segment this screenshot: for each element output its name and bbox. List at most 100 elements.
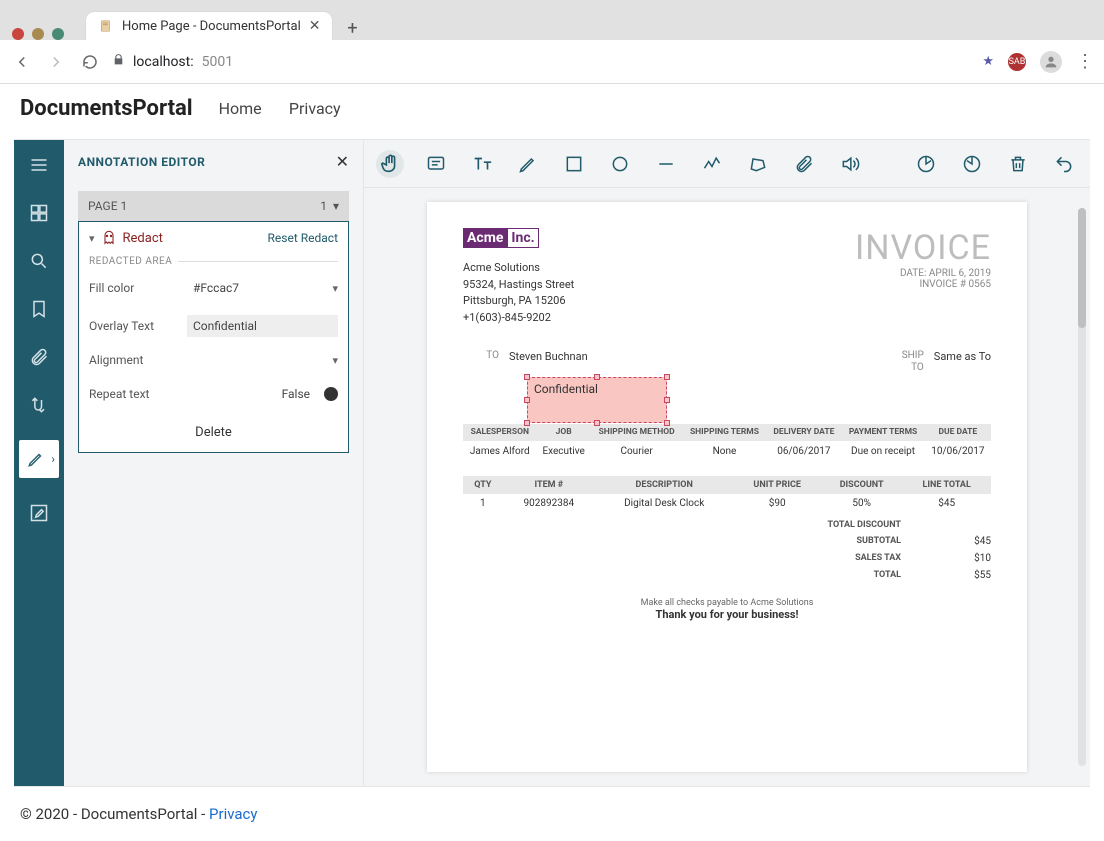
browser-tab[interactable]: Home Page - DocumentsPortal ✕ xyxy=(86,12,332,40)
delete-tool-icon[interactable] xyxy=(1004,150,1032,178)
footer: © 2020 - DocumentsPortal - Privacy xyxy=(0,787,1104,841)
site-nav: Home Privacy xyxy=(219,99,365,118)
redact-label: Redact xyxy=(123,231,163,246)
invoice-items-table: QTYITEM #DESCRIPTIONUNIT PRICEDISCOUNTLI… xyxy=(463,476,991,513)
bookmark-ribbon-icon[interactable] xyxy=(26,296,52,322)
profile-avatar[interactable] xyxy=(1040,51,1062,73)
resize-handle[interactable] xyxy=(524,374,530,380)
undo-icon[interactable] xyxy=(1050,150,1078,178)
hamburger-icon[interactable] xyxy=(26,152,52,178)
minimize-window-icon[interactable] xyxy=(32,28,44,40)
resize-handle[interactable] xyxy=(524,420,530,426)
scrollbar-thumb[interactable] xyxy=(1078,208,1086,328)
shipto-label: SHIPTO xyxy=(888,350,924,374)
extension-badge[interactable]: SAB xyxy=(1008,53,1026,71)
nav-privacy[interactable]: Privacy xyxy=(289,99,341,118)
page-label: PAGE 1 xyxy=(88,199,127,213)
page-selector[interactable]: PAGE 1 1 ▾ xyxy=(78,191,349,221)
tab-title: Home Page - DocumentsPortal xyxy=(122,19,301,34)
lock-icon xyxy=(112,53,125,70)
collapse-chevron-icon[interactable]: ▾ xyxy=(89,232,95,245)
forward-button[interactable] xyxy=(44,50,68,74)
text-tool-icon[interactable] xyxy=(468,150,496,178)
reload-button[interactable] xyxy=(78,50,102,74)
new-tab-button[interactable]: + xyxy=(340,16,364,40)
square-tool-icon[interactable] xyxy=(560,150,588,178)
close-tab-icon[interactable]: ✕ xyxy=(309,18,321,34)
repeat-text-value: False xyxy=(187,383,316,405)
overlay-text-row[interactable]: Overlay Text Confidential xyxy=(79,307,348,345)
section-label: REDACTED AREA xyxy=(79,254,348,269)
thumbnails-icon[interactable] xyxy=(26,200,52,226)
repeat-toggle[interactable] xyxy=(324,387,338,401)
fill-color-row[interactable]: Fill color #Fccac7 ▾ xyxy=(79,269,348,307)
overlay-text-label: Overlay Text xyxy=(89,319,179,333)
totals-block: TOTAL DISCOUNT SUBTOTAL$45 SALES TAX$10 … xyxy=(463,517,991,584)
redact-card: ▾ Redact Reset Redact REDACTED AREA Fill… xyxy=(78,221,349,453)
to-label: TO xyxy=(463,350,499,374)
scrollbar[interactable] xyxy=(1078,208,1086,766)
invoice-info-table: SALESPERSONJOBSHIPPING METHODSHIPPING TE… xyxy=(463,424,991,462)
invoice-date: DATE: APRIL 6, 2019 xyxy=(855,268,991,279)
circle-tool-icon[interactable] xyxy=(606,150,634,178)
overlay-text-value: Confidential xyxy=(187,315,338,337)
annotation-editor-icon[interactable] xyxy=(19,440,59,478)
maximize-window-icon[interactable] xyxy=(52,28,64,40)
attachment-icon[interactable] xyxy=(26,344,52,370)
invoice-number: INVOICE # 0565 xyxy=(855,279,991,290)
shipto-value: Same as To xyxy=(934,350,991,374)
repeat-text-row: Repeat text False xyxy=(79,375,348,413)
chevron-down-icon: ▾ xyxy=(333,199,339,213)
search-icon[interactable] xyxy=(26,248,52,274)
resize-handle[interactable] xyxy=(594,374,600,380)
repeat-text-label: Repeat text xyxy=(89,387,179,401)
resize-handle[interactable] xyxy=(524,397,530,403)
line-tool-icon[interactable] xyxy=(652,150,680,178)
import-export-icon[interactable] xyxy=(26,392,52,418)
polygon-tool-icon[interactable] xyxy=(744,150,772,178)
toolbar xyxy=(364,140,1090,188)
nav-home[interactable]: Home xyxy=(219,99,262,118)
site-brand: DocumentsPortal xyxy=(20,96,193,121)
redact-selection[interactable]: Confidential xyxy=(527,377,667,423)
ink-tool-icon[interactable] xyxy=(514,150,542,178)
address-bar[interactable]: localhost:5001 xyxy=(112,53,972,70)
main-column: AcmeInc. Acme Solutions 95324, Hastings … xyxy=(364,140,1090,786)
sound-tool-icon[interactable] xyxy=(836,150,864,178)
redact-tool-icon[interactable] xyxy=(912,150,940,178)
footer-privacy-link[interactable]: Privacy xyxy=(209,805,257,823)
alignment-row[interactable]: Alignment ▾ xyxy=(79,345,348,375)
chevron-down-icon: ▾ xyxy=(332,282,338,295)
attach-file-icon[interactable] xyxy=(790,150,818,178)
alignment-label: Alignment xyxy=(89,353,179,367)
site-header: DocumentsPortal Home Privacy xyxy=(0,84,1104,139)
resize-handle[interactable] xyxy=(594,420,600,426)
form-designer-icon[interactable] xyxy=(26,500,52,526)
back-button[interactable] xyxy=(10,50,34,74)
document-area[interactable]: AcmeInc. Acme Solutions 95324, Hastings … xyxy=(364,188,1090,786)
url-host: localhost: xyxy=(133,54,194,70)
resize-handle[interactable] xyxy=(664,374,670,380)
close-window-icon[interactable] xyxy=(12,28,24,40)
panel-title: ANNOTATION EDITOR xyxy=(78,155,205,169)
table-row: James AlfordExecutiveCourierNone06/06/20… xyxy=(463,441,991,462)
polyline-tool-icon[interactable] xyxy=(698,150,726,178)
panel-close-icon[interactable]: ✕ xyxy=(336,152,349,171)
browser-menu-icon[interactable]: ⋮ xyxy=(1076,51,1094,72)
page-count: 1 xyxy=(320,199,327,213)
checks-line: Make all checks payable to Acme Solution… xyxy=(463,598,991,608)
hand-tool-icon[interactable] xyxy=(376,150,404,178)
bookmark-icon[interactable]: ★ xyxy=(982,54,994,69)
delete-button[interactable]: Delete xyxy=(79,413,348,452)
apply-redact-icon[interactable] xyxy=(958,150,986,178)
resize-handle[interactable] xyxy=(664,397,670,403)
invoice-title: INVOICE xyxy=(855,228,991,268)
table-row: 1902892384Digital Desk Clock$9050%$45 xyxy=(463,494,991,513)
browser-chrome: Home Page - DocumentsPortal ✕ + localhos… xyxy=(0,0,1104,84)
redact-ghost-icon xyxy=(101,230,117,246)
invoice-page: AcmeInc. Acme Solutions 95324, Hastings … xyxy=(427,202,1027,772)
fill-color-value: #Fccac7 xyxy=(187,277,324,299)
reset-redact-button[interactable]: Reset Redact xyxy=(268,231,338,245)
resize-handle[interactable] xyxy=(664,420,670,426)
sticky-note-icon[interactable] xyxy=(422,150,450,178)
